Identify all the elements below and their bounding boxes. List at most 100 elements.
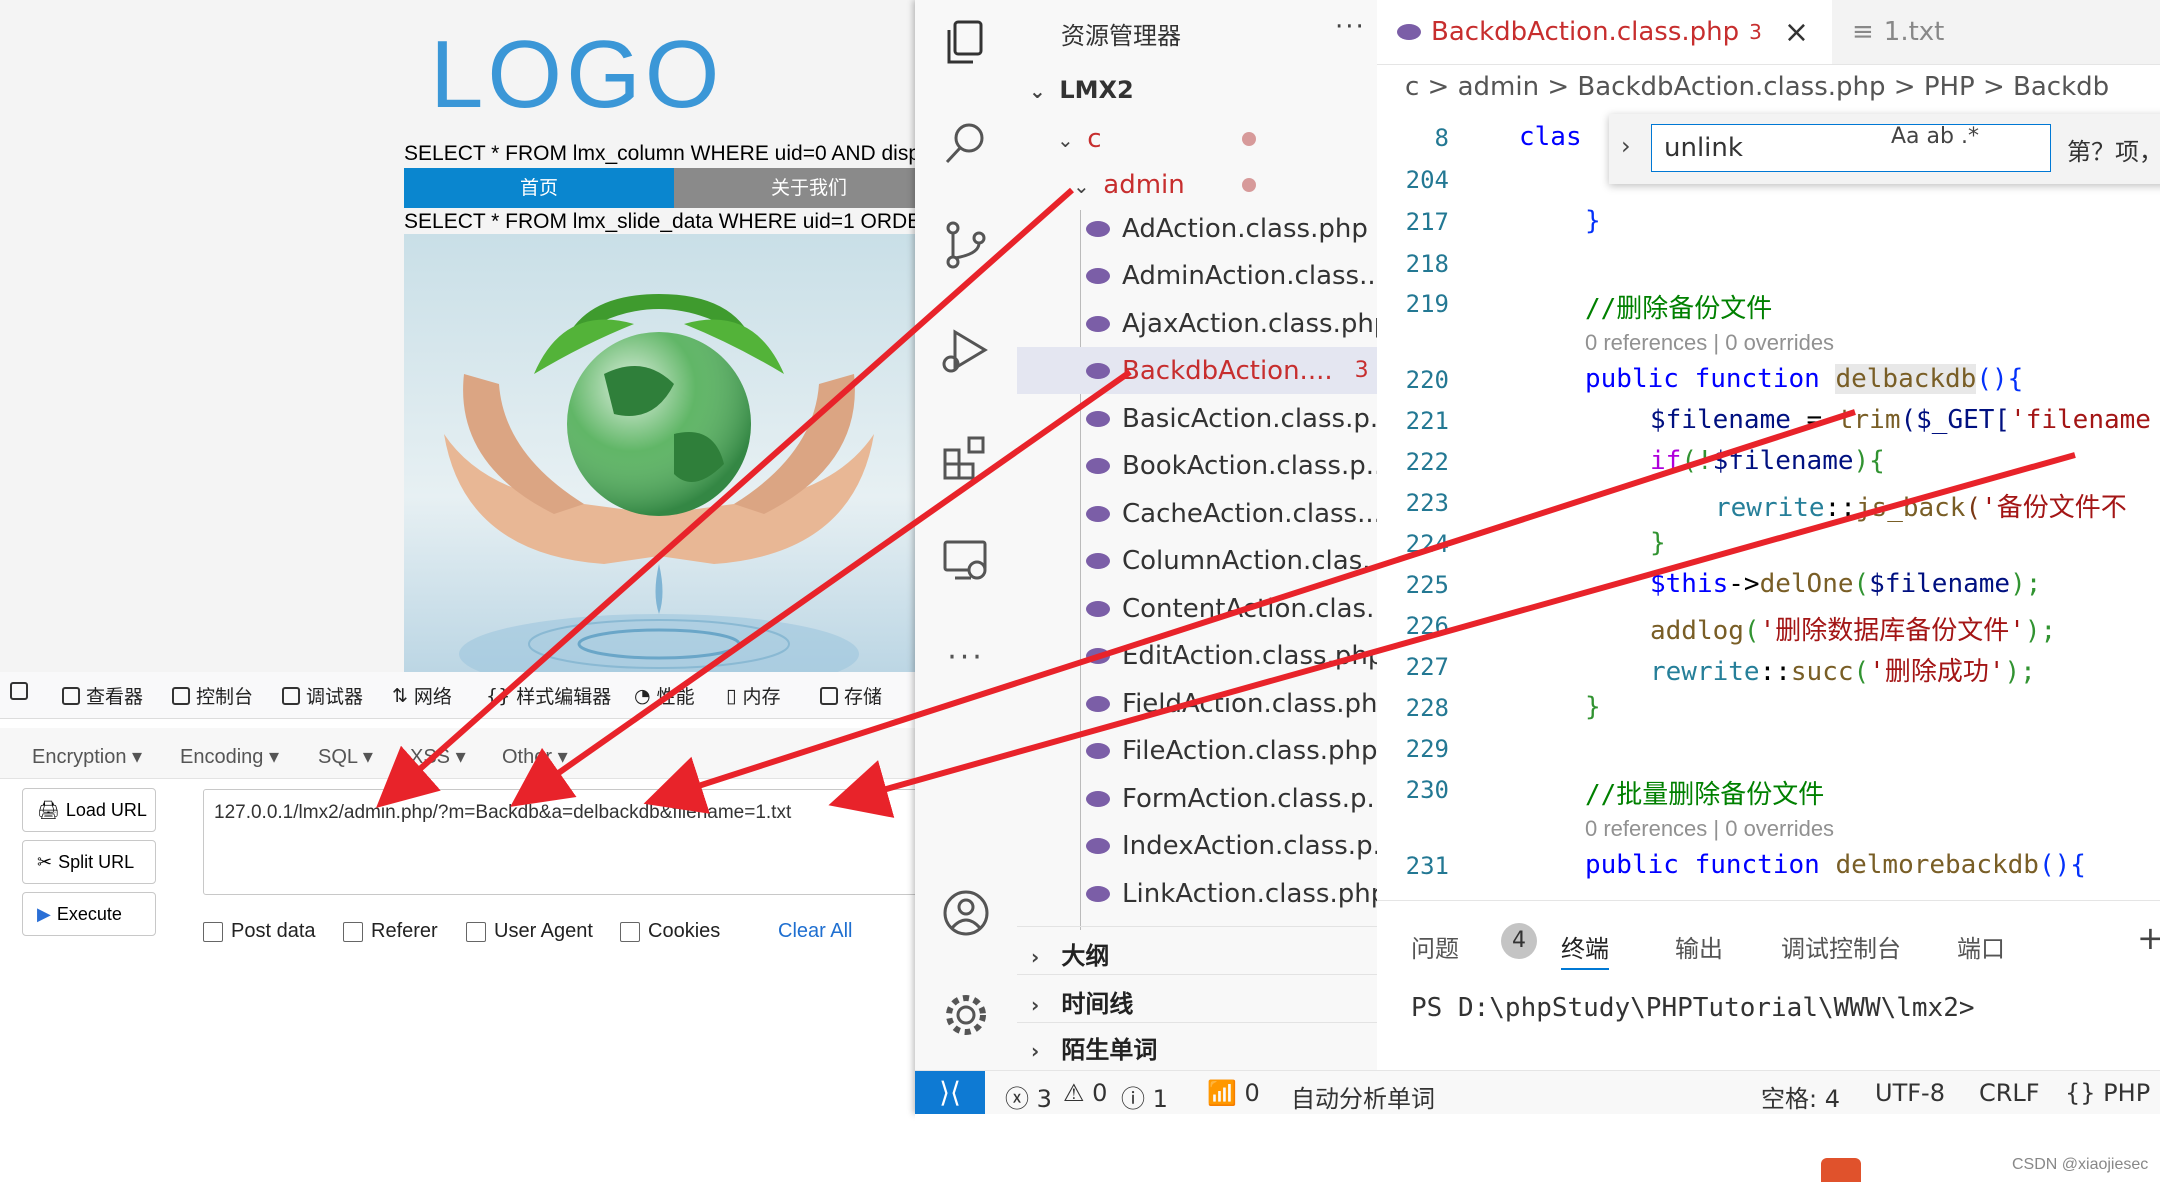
code-line[interactable]: rewrite::succ('删除成功'); [1650,651,2036,688]
tree-root-lmx2[interactable]: ⌄ LMX2 [1029,76,1134,104]
file-item[interactable]: AdminAction.class.... [1086,252,1378,299]
file-item[interactable]: AdAction.class.php [1086,205,1378,252]
encoding-status[interactable]: UTF-8 [1875,1079,1945,1107]
cookies-checkbox[interactable]: Cookies [620,920,720,943]
find-options[interactable]: Aa ab .* [1891,124,1979,149]
file-item[interactable]: BasicAction.class.p... [1086,395,1378,442]
file-item[interactable]: ColumnAction.clas... [1086,537,1378,584]
search-icon[interactable] [941,118,991,168]
tab-network[interactable]: ⇅ 网络 [392,682,452,709]
chevron-right-icon[interactable]: › [1621,132,1631,160]
file-item[interactable]: ContentAction.clas... [1086,585,1378,632]
code-line[interactable]: public function delbackdb(){ [1585,364,2023,394]
file-item[interactable]: FileAction.class.php [1086,727,1378,774]
ports-status[interactable]: 📶 0 [1207,1079,1260,1107]
file-item[interactable]: BookAction.class.p... [1086,442,1378,489]
settings-gear-icon[interactable] [941,990,991,1040]
tab-console[interactable]: 控制台 [172,682,253,709]
php-elephant-icon [1086,885,1110,902]
more-icon[interactable]: ··· [941,640,991,690]
remote-explorer-icon[interactable] [941,536,991,586]
code-line[interactable]: } [1650,528,1666,558]
code-line[interactable]: $filename = trim($_GET['filename [1650,405,2151,435]
file-item[interactable]: AjaxAction.class.php [1086,300,1378,347]
language-mode-status[interactable]: {} PHP [2065,1079,2150,1107]
tab-terminal[interactable]: 终端 [1561,929,1609,970]
menu-encryption[interactable]: Encryption ▾ [32,744,142,769]
split-url-button[interactable]: ✂ Split URL [22,840,156,884]
code-line[interactable]: } [1585,692,1601,722]
code-line[interactable]: if(!$filename){ [1650,446,1885,476]
explorer-icon[interactable] [941,18,991,68]
tree-folder-admin[interactable]: ⌄ admin [1073,170,1185,200]
code-comment[interactable]: //批量删除备份文件 [1585,774,1824,811]
file-item[interactable]: EditAction.class.php [1086,632,1378,679]
tab-1txt[interactable]: ≡ 1.txt [1832,0,1964,64]
code-comment[interactable]: //删除备份文件 [1585,288,1772,325]
file-item[interactable]: FormAction.class.p... [1086,775,1378,822]
codelens-references[interactable]: 0 references | 0 overrides [1585,330,1834,356]
find-input[interactable]: unlink [1651,124,2051,172]
add-terminal-icon[interactable]: + [2137,919,2160,957]
execute-button[interactable]: ▶ Execute [22,892,156,936]
nav-about-link[interactable]: 关于我们 [674,168,944,208]
tab-debugger[interactable]: 调试器 [282,682,363,709]
nav-home-link[interactable]: 首页 [404,168,674,208]
source-control-icon[interactable] [941,220,991,270]
line-number: 220 [1405,366,1449,394]
referer-checkbox[interactable]: Referer [343,920,438,943]
tab-backdbaction[interactable]: BackdbAction.class.php 3 × [1377,0,1832,64]
breadcrumb[interactable]: c > admin > BackdbAction.class.php > PHP… [1405,72,2109,102]
code-line[interactable]: public function delmorebackdb(){ [1585,850,2086,880]
url-textarea[interactable]: 127.0.0.1/lmx2/admin.php/?m=Backdb&a=del… [203,789,935,895]
tab-performance[interactable]: ◔ 性能 [634,682,695,709]
menu-sql[interactable]: SQL ▾ [318,744,373,769]
remote-indicator-icon[interactable]: ⟩⟨ [915,1071,985,1115]
code-line[interactable]: $this->delOne($filename); [1650,569,2041,599]
code-line[interactable]: } [1585,206,1601,236]
code-line[interactable]: rewrite::js_back('备份文件不 [1715,487,2127,524]
post-data-checkbox[interactable]: Post data [203,920,316,943]
clear-all-link[interactable]: Clear All [778,920,852,943]
user-agent-checkbox[interactable]: User Agent [466,920,593,943]
code-line[interactable]: addlog('删除数据库备份文件'); [1650,610,2056,647]
errors-status[interactable]: ⓧ 3 [1005,1079,1052,1114]
menu-xss[interactable]: XSS ▾ [410,744,466,769]
indentation-status[interactable]: 空格: 4 [1761,1079,1840,1114]
file-item[interactable]: FieldAction.class.php [1086,680,1378,727]
spell-check-status[interactable]: 自动分析单词 [1291,1079,1435,1114]
tab-problems[interactable]: 问题 [1411,929,1459,964]
site-logo: LOGO [430,21,724,128]
eol-status[interactable]: CRLF [1979,1079,2040,1107]
file-item[interactable]: IndexAction.class.p... [1086,822,1378,869]
warnings-status[interactable]: ⚠ 0 [1063,1079,1107,1107]
terminal-prompt[interactable]: PS D:\phpStudy\PHPTutorial\WWW\lmx2> [1411,993,1975,1023]
tab-storage[interactable]: 存储 [820,682,882,709]
tab-debug-console[interactable]: 调试控制台 [1781,929,1901,964]
tree-folder-c[interactable]: ⌄ c [1057,124,1102,154]
extensions-icon[interactable] [941,432,991,482]
tab-memory[interactable]: ▯ 内存 [726,682,780,709]
file-item[interactable]: LinkAction.class.php [1086,870,1378,917]
file-item-selected[interactable]: BackdbAction.... 3 [1017,347,1378,394]
code-line[interactable]: clas [1519,122,1582,152]
codelens-references[interactable]: 0 references | 0 overrides [1585,816,1834,842]
menu-other[interactable]: Other ▾ [502,744,568,769]
run-debug-icon[interactable] [941,326,991,376]
tab-inspector[interactable]: 查看器 [62,682,143,709]
menu-encoding[interactable]: Encoding ▾ [180,744,279,769]
load-url-button[interactable]: 🖨 Load URL [22,788,156,832]
tab-output[interactable]: 输出 [1675,929,1723,964]
section-timeline[interactable]: › 时间线 [1031,984,1133,1019]
section-unknown-words[interactable]: › 陌生单词 [1031,1030,1157,1065]
account-icon[interactable] [941,888,991,938]
section-outline[interactable]: › 大纲 [1031,936,1109,971]
close-icon[interactable]: × [1784,15,1809,50]
explorer-more-button[interactable]: ··· [1335,12,1366,42]
tab-ports[interactable]: 端口 [1957,929,2005,964]
tab-style-editor[interactable]: {} 样式编辑器 [486,682,611,709]
info-status[interactable]: ⓘ 1 [1121,1079,1168,1114]
input-method-icon[interactable] [1821,1158,1861,1182]
file-item[interactable]: CacheAction.class.... [1086,490,1378,537]
element-picker-icon[interactable] [10,682,28,700]
